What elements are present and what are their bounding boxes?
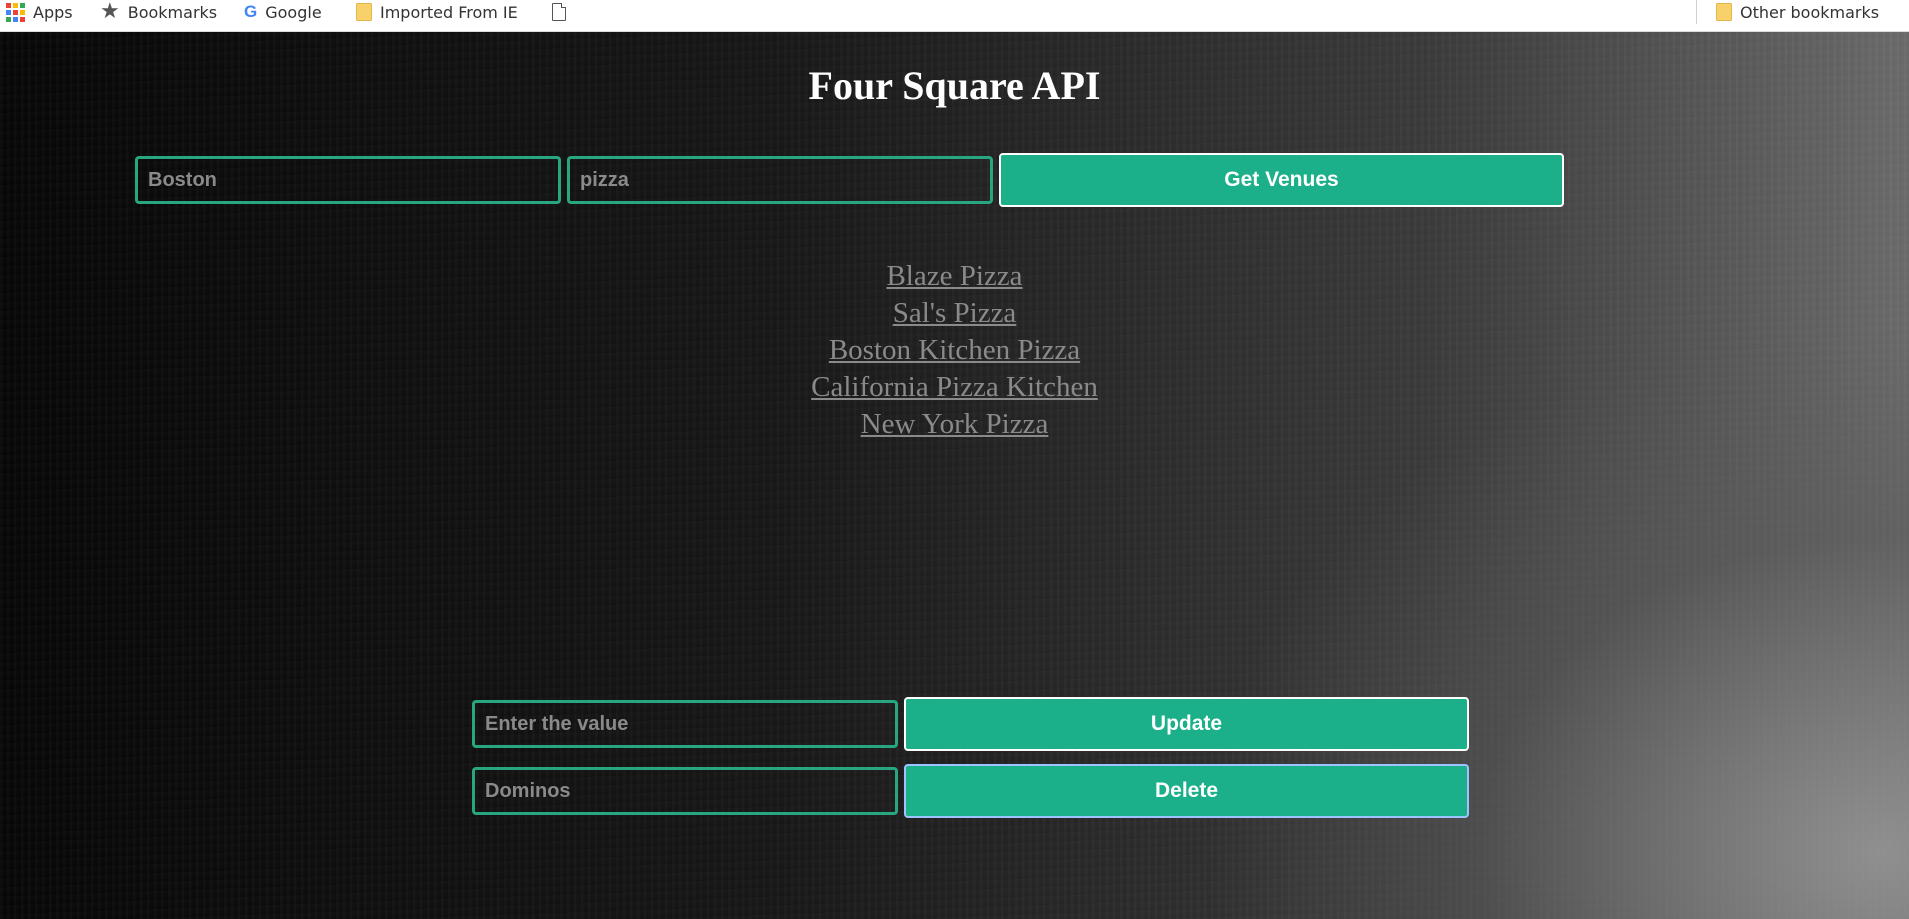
bookmark-page[interactable] — [552, 0, 566, 24]
folder-icon — [356, 3, 372, 21]
delete-value-input[interactable] — [472, 767, 898, 815]
bookmark-imported-from-ie[interactable]: Imported From IE — [356, 0, 518, 24]
venue-link[interactable]: Blaze Pizza — [0, 258, 1909, 295]
venue-link[interactable]: Sal's Pizza — [0, 295, 1909, 332]
venue-link[interactable]: Boston Kitchen Pizza — [0, 332, 1909, 369]
bookmark-apps-label: Apps — [33, 2, 73, 22]
delete-button[interactable]: Delete — [904, 764, 1469, 818]
bookmark-bookmarks-label: Bookmarks — [127, 2, 218, 22]
venue-link[interactable]: California Pizza Kitchen — [0, 369, 1909, 406]
city-input[interactable] — [135, 156, 561, 204]
venue-link[interactable]: New York Pizza — [0, 406, 1909, 443]
get-venues-button[interactable]: Get Venues — [999, 153, 1564, 207]
bookmarks-divider — [1696, 0, 1697, 24]
bookmark-bookmarks[interactable]: ★ Bookmarks — [100, 0, 217, 24]
google-icon: G — [244, 2, 258, 21]
bookmark-other[interactable]: Other bookmarks — [1716, 0, 1879, 24]
venue-list: Blaze Pizza Sal's Pizza Boston Kitchen P… — [0, 258, 1909, 443]
bookmark-google-label: Google — [265, 2, 322, 22]
folder-icon — [1716, 3, 1732, 21]
update-button[interactable]: Update — [904, 697, 1469, 751]
bookmark-imported-label: Imported From IE — [380, 2, 518, 22]
page-icon — [552, 3, 566, 21]
bookmark-google[interactable]: G Google — [244, 0, 322, 24]
bookmark-apps[interactable]: Apps — [6, 0, 73, 24]
update-value-input[interactable] — [472, 700, 898, 748]
star-icon: ★ — [100, 0, 120, 24]
query-input[interactable] — [567, 156, 993, 204]
bookmark-other-label: Other bookmarks — [1740, 2, 1880, 22]
bookmarks-bar: Apps ★ Bookmarks G Google Imported From … — [0, 0, 1909, 32]
page-title: Four Square API — [808, 63, 1101, 108]
page-content: Four Square API Get Venues Blaze Pizza S… — [0, 32, 1909, 919]
apps-grid-icon — [6, 2, 25, 22]
